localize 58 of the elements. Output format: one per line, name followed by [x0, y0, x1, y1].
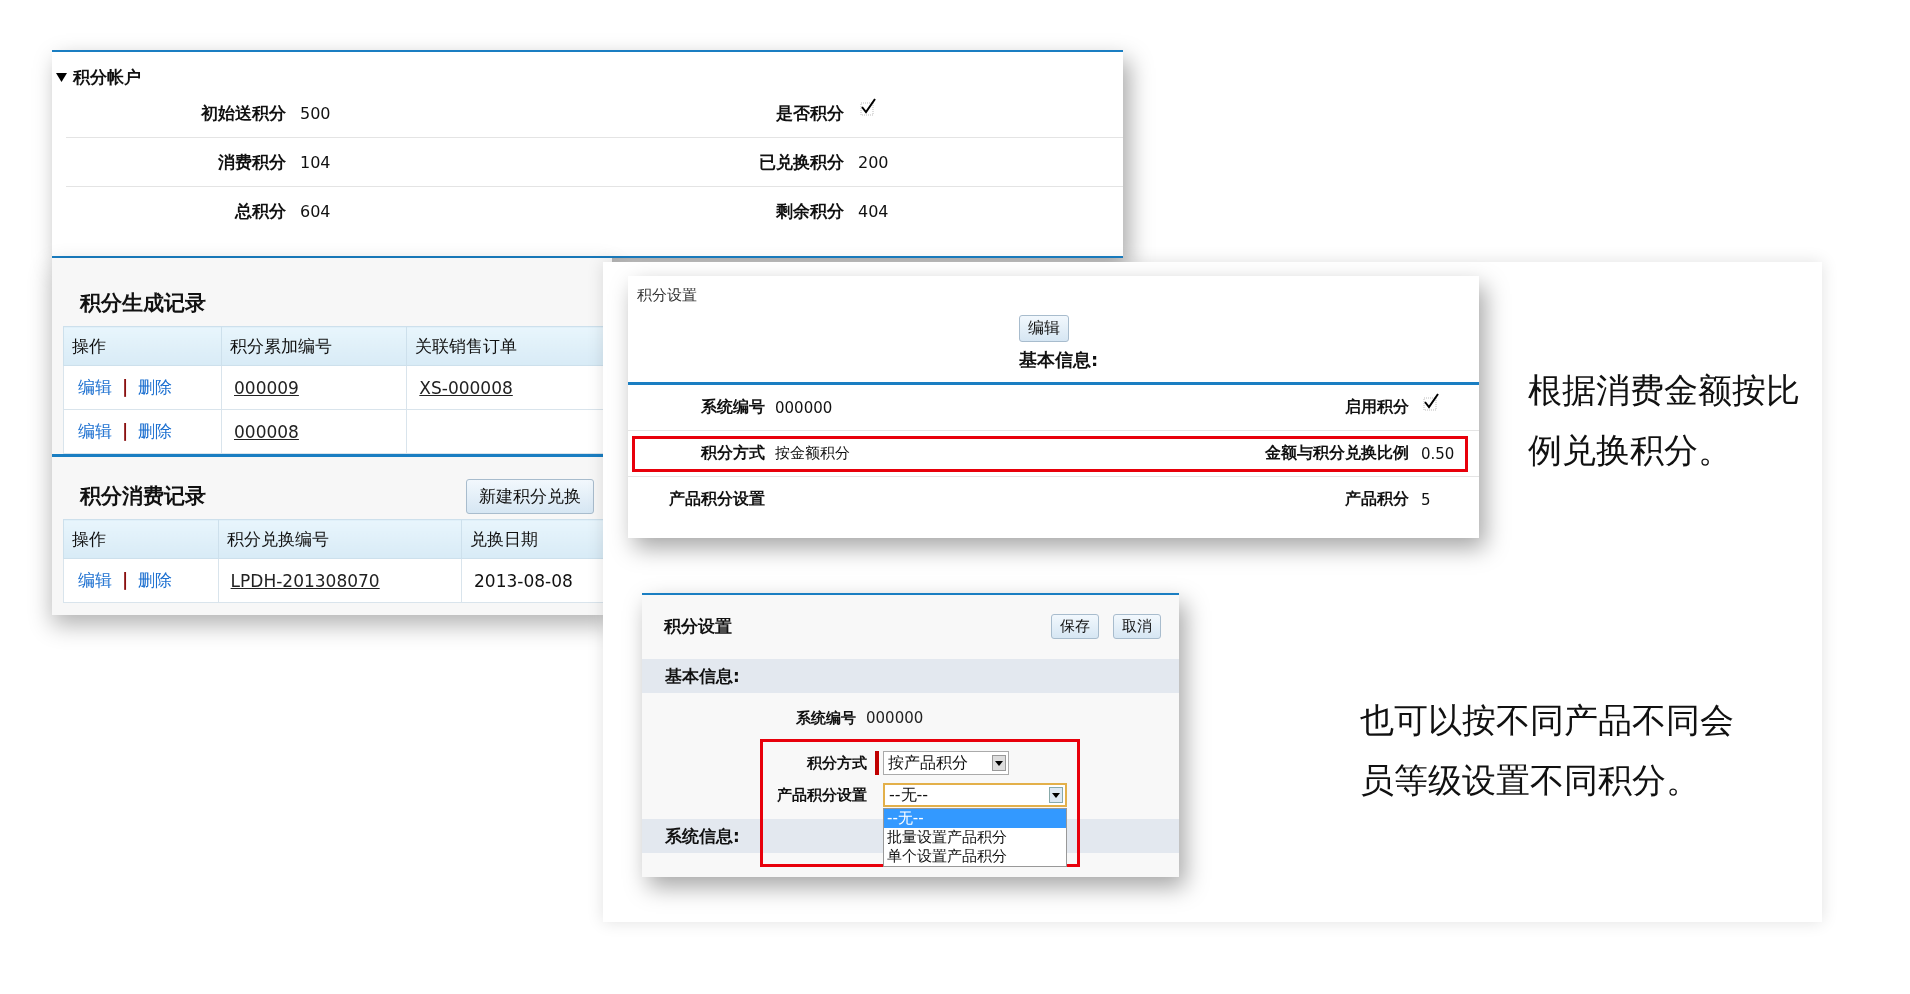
field-label: 产品积分设置: [776, 785, 868, 805]
field-label: 初始送积分: [201, 101, 286, 125]
field-value: 000000: [866, 709, 924, 727]
field-value: 404: [857, 201, 890, 221]
field-value: 200: [857, 152, 890, 172]
annotation-text: 也可以按不同产品不同会员等级设置不同积分。: [1360, 699, 1735, 802]
table-cell: 2013-08-08: [474, 570, 573, 591]
save-button[interactable]: 保存: [1051, 613, 1099, 639]
product-points-select[interactable]: --无--: [883, 783, 1067, 807]
field-label: 总积分: [235, 199, 286, 223]
delete-link[interactable]: 删除: [138, 377, 173, 397]
column-header: 积分兑换编号: [218, 519, 462, 559]
new-exchange-button[interactable]: 新建积分兑换: [466, 478, 594, 514]
field-label: 系统编号: [795, 708, 857, 728]
record-link[interactable]: 000009: [234, 377, 299, 398]
field-label: 产品积分设置: [668, 489, 766, 510]
field-label: 积分方式: [699, 443, 766, 464]
section-title: 积分生成记录: [80, 290, 206, 317]
field-label: 已兑换积分: [759, 150, 844, 174]
mode-select[interactable]: 按产品积分: [883, 751, 1009, 775]
column-header: 操作: [63, 519, 219, 559]
field-value: 000000: [775, 398, 833, 417]
field-label: 启用积分: [1345, 397, 1410, 418]
separator: |: [122, 377, 129, 397]
field-label: 剩余积分: [776, 199, 844, 223]
field-value: 104: [299, 152, 332, 172]
edit-link[interactable]: 编辑: [78, 570, 112, 590]
field-value: 500: [299, 103, 332, 123]
edit-link[interactable]: 编辑: [78, 377, 112, 397]
field-value: 5: [1421, 490, 1431, 509]
section-title: 积分消费记录: [80, 483, 206, 510]
panel-title: 积分设置: [664, 614, 732, 638]
cancel-button[interactable]: 取消: [1113, 613, 1161, 639]
delete-link[interactable]: 删除: [138, 570, 173, 590]
field-label: 金额与积分兑换比例: [1265, 443, 1410, 464]
collapse-triangle-icon[interactable]: [56, 72, 67, 83]
field-label: 产品积分: [1345, 489, 1410, 510]
field-value: 604: [299, 201, 332, 221]
column-header: 操作: [63, 326, 222, 366]
panel-title: 积分帐户: [73, 66, 141, 89]
dropdown-option[interactable]: 批量设置产品积分: [884, 828, 1066, 847]
field-label: 是否积分: [776, 101, 844, 125]
section-band: 基本信息:: [642, 659, 1179, 693]
separator: |: [122, 570, 129, 590]
column-header: 积分累加编号: [221, 326, 407, 366]
delete-link[interactable]: 删除: [138, 421, 173, 441]
panel-title: 积分设置: [636, 285, 697, 305]
section-title: 基本信息:: [1018, 348, 1099, 372]
record-link[interactable]: 000008: [234, 421, 299, 442]
edit-button[interactable]: 编辑: [1018, 315, 1069, 342]
field-label: 消费积分: [218, 150, 286, 174]
field-value: 0.50: [1421, 444, 1455, 463]
field-label: 积分方式: [805, 753, 868, 773]
field-value: 按金额积分: [775, 444, 850, 462]
annotation-text: 根据消费金额按比例兑换积分。: [1528, 369, 1801, 472]
edit-link[interactable]: 编辑: [78, 421, 112, 441]
separator: |: [122, 421, 129, 441]
field-label: 系统编号: [700, 397, 766, 418]
